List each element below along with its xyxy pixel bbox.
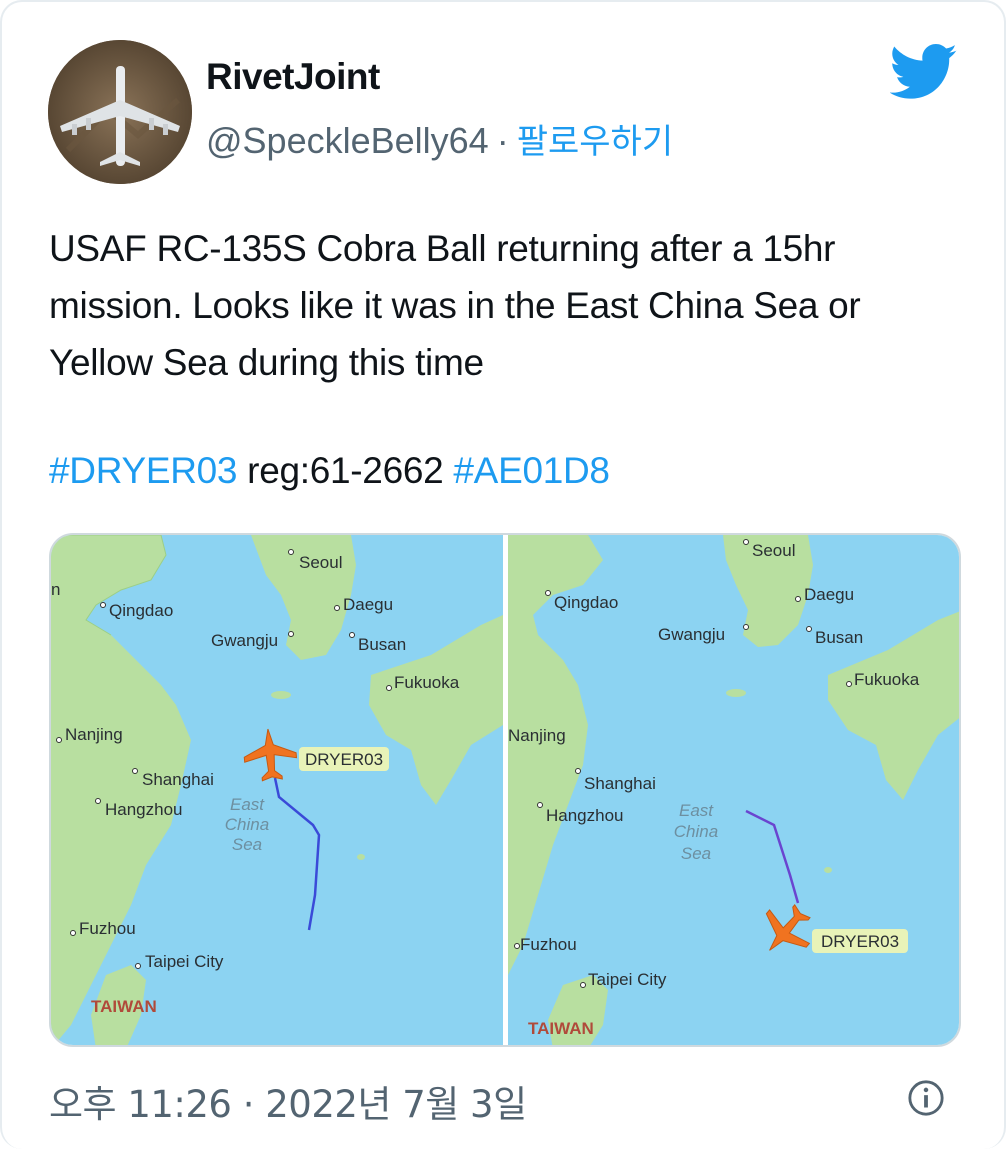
sea-label-1: East: [230, 795, 265, 814]
sea-label-3: Sea: [681, 844, 711, 863]
twitter-bird-icon[interactable]: [890, 42, 958, 102]
registration-text: reg:61-2662: [247, 450, 444, 491]
handle-row: @SpeckleBelly64 · 팔로우하기: [206, 114, 673, 163]
timestamp[interactable]: 오후 11:26 · 2022년 7월 3일: [49, 1074, 527, 1128]
city-gwangju: Gwangju: [658, 625, 725, 644]
city-daegu: Daegu: [343, 595, 393, 614]
city-fuzhou: Fuzhou: [79, 919, 136, 938]
hashtag-ae01d8[interactable]: #AE01D8: [453, 450, 610, 491]
city-fukuoka: Fukuoka: [394, 673, 460, 692]
aircraft-photo: [48, 40, 192, 184]
city-hangzhou: Hangzhou: [105, 800, 183, 819]
city-seoul: Seoul: [299, 553, 342, 572]
info-icon[interactable]: [907, 1079, 945, 1117]
city-seoul: Seoul: [752, 541, 795, 560]
hashtag-dryer03[interactable]: #DRYER03: [49, 450, 237, 491]
sea-label-1: East: [679, 801, 714, 820]
sea-label-2: China: [674, 822, 718, 841]
city-nanjing: Nanjing: [65, 725, 123, 744]
city-taipei: Taipei City: [145, 952, 224, 971]
city-hangzhou: Hangzhou: [546, 806, 624, 825]
map-cut-label: n: [51, 580, 60, 599]
avatar[interactable]: [48, 40, 192, 184]
handle[interactable]: @SpeckleBelly64: [206, 120, 489, 161]
region-taiwan: TAIWAN: [91, 997, 157, 1016]
callsign-label-left: DRYER03: [305, 750, 383, 769]
city-busan: Busan: [358, 635, 406, 654]
region-taiwan: TAIWAN: [528, 1019, 594, 1038]
city-fukuoka: Fukuoka: [854, 670, 920, 689]
city-qingdao: Qingdao: [554, 593, 618, 612]
tags-line: #DRYER03 reg:61-2662 #AE01D8: [49, 446, 610, 496]
city-taipei: Taipei City: [588, 970, 667, 989]
tweet-card: RivetJoint @SpeckleBelly64 · 팔로우하기 USAF RC…: [0, 0, 1006, 1149]
sea-label-3: Sea: [232, 835, 262, 854]
city-shanghai: Shanghai: [142, 770, 214, 789]
city-gwangju: Gwangju: [211, 631, 278, 650]
city-daegu: Daegu: [804, 585, 854, 604]
separator: ·: [496, 120, 509, 161]
sea-label-2: China: [225, 815, 269, 834]
tweet-text: USAF RC-135S Cobra Ball returning after …: [49, 228, 861, 383]
media-grid[interactable]: DRYER03 n Seoul Qingdao Daegu Gwangju Bu…: [49, 533, 961, 1047]
city-busan: Busan: [815, 628, 863, 647]
map-image-left[interactable]: DRYER03 n Seoul Qingdao Daegu Gwangju Bu…: [51, 535, 503, 1045]
city-qingdao: Qingdao: [109, 601, 173, 620]
city-fuzhou: Fuzhou: [520, 935, 577, 954]
callsign-label-right: DRYER03: [821, 932, 899, 951]
city-shanghai: Shanghai: [584, 774, 656, 793]
display-name[interactable]: RivetJoint: [206, 56, 380, 98]
map-image-right[interactable]: DRYER03 Seoul Qingdao Daegu Gwangju Busa…: [508, 535, 959, 1045]
city-nanjing: Nanjing: [508, 726, 566, 745]
follow-button[interactable]: 팔로우하기: [517, 122, 673, 162]
